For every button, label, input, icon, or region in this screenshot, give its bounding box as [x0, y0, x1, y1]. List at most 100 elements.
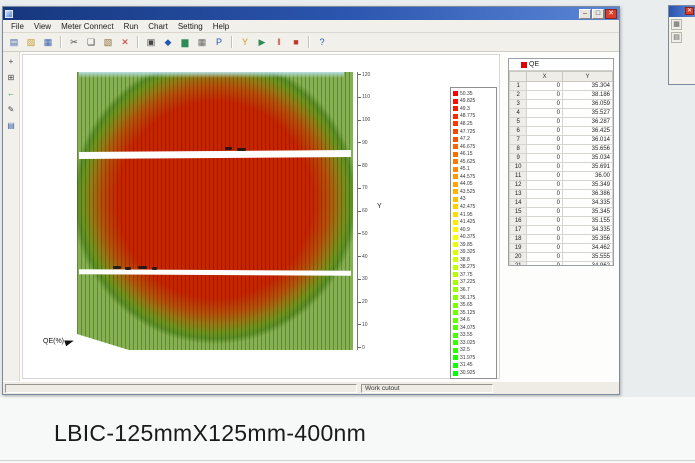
layers-icon[interactable]: ▤ — [4, 118, 19, 133]
pointer-icon[interactable]: + — [4, 54, 19, 69]
table-cell[interactable]: 0 — [527, 118, 563, 127]
table-cell[interactable]: 0 — [527, 217, 563, 226]
table-cell[interactable]: 34.462 — [563, 244, 613, 253]
table-row[interactable]: 1035.304 — [510, 82, 613, 91]
table-row[interactable]: 2038.186 — [510, 91, 613, 100]
table-cell[interactable]: 0 — [527, 262, 563, 267]
table-row[interactable]: 18035.356 — [510, 235, 613, 244]
table-cell[interactable]: 35.034 — [563, 154, 613, 163]
table-cell[interactable]: 20 — [510, 253, 527, 262]
table-cell[interactable]: 5 — [510, 118, 527, 127]
close-button[interactable]: ✕ — [685, 7, 694, 15]
table-cell[interactable]: 0 — [527, 199, 563, 208]
table-cell[interactable]: 0 — [527, 163, 563, 172]
table-cell[interactable]: 11 — [510, 172, 527, 181]
grid-icon[interactable]: ▦ — [194, 34, 210, 50]
help-icon[interactable]: ? — [314, 34, 330, 50]
table-cell[interactable]: 15 — [510, 208, 527, 217]
table-cell[interactable]: 0 — [527, 91, 563, 100]
open-icon[interactable]: ▨ — [23, 34, 39, 50]
menu-item-file[interactable]: File — [6, 22, 29, 31]
table-cell[interactable]: 35.349 — [563, 181, 613, 190]
table-cell[interactable]: 34.962 — [563, 262, 613, 267]
table-cell[interactable]: 0 — [527, 136, 563, 145]
table-cell[interactable]: 35.691 — [563, 163, 613, 172]
table-cell[interactable]: 38.186 — [563, 91, 613, 100]
table-cell[interactable]: 16 — [510, 217, 527, 226]
title-bar[interactable]: –□✕ — [3, 7, 619, 20]
param-icon[interactable]: P — [211, 34, 227, 50]
menu-item-view[interactable]: View — [29, 22, 56, 31]
edit-icon[interactable]: ✎ — [4, 102, 19, 117]
table-cell[interactable]: 9 — [510, 154, 527, 163]
table-cell[interactable]: 0 — [527, 109, 563, 118]
maximize-button[interactable]: □ — [592, 9, 604, 19]
table-cell[interactable]: 3 — [510, 100, 527, 109]
table-cell[interactable]: 35.555 — [563, 253, 613, 262]
menu-item-help[interactable]: Help — [208, 22, 234, 31]
table-row[interactable]: 14034.335 — [510, 199, 613, 208]
close-button[interactable]: ✕ — [605, 9, 617, 19]
table-cell[interactable]: 36.287 — [563, 118, 613, 127]
table-cell[interactable]: 0 — [527, 208, 563, 217]
table-cell[interactable]: 13 — [510, 190, 527, 199]
table-cell[interactable]: 35.155 — [563, 217, 613, 226]
table-row[interactable]: 6036.425 — [510, 127, 613, 136]
table-cell[interactable]: 7 — [510, 136, 527, 145]
menu-item-setting[interactable]: Setting — [173, 22, 208, 31]
chart-icon[interactable]: ▆ — [177, 34, 193, 50]
meter-icon[interactable]: ◆ — [160, 34, 176, 50]
copy-icon[interactable]: ❏ — [83, 34, 99, 50]
table-cell[interactable]: 0 — [527, 244, 563, 253]
table-cell[interactable]: 0 — [527, 100, 563, 109]
pause-icon[interactable]: ‖ — [271, 34, 287, 50]
filter-icon[interactable]: Y — [237, 34, 253, 50]
menu-item-run[interactable]: Run — [119, 22, 144, 31]
table-cell[interactable]: 17 — [510, 226, 527, 235]
table-row[interactable]: 7036.014 — [510, 136, 613, 145]
table-cell[interactable]: 36.00 — [563, 172, 613, 181]
table-cell[interactable]: 0 — [527, 82, 563, 91]
table-cell[interactable]: 36.425 — [563, 127, 613, 136]
new-icon[interactable]: ▤ — [6, 34, 22, 50]
paste-icon[interactable]: ▧ — [100, 34, 116, 50]
table-cell[interactable]: 35.527 — [563, 109, 613, 118]
table-row[interactable]: 15035.345 — [510, 208, 613, 217]
table-cell[interactable]: 1 — [510, 82, 527, 91]
table-row[interactable]: 19034.462 — [510, 244, 613, 253]
table-row[interactable]: 5036.287 — [510, 118, 613, 127]
table-row[interactable]: 9035.034 — [510, 154, 613, 163]
cut-icon[interactable]: ✂ — [66, 34, 82, 50]
grid-select-icon[interactable]: ⊞ — [4, 70, 19, 85]
secondary-title-bar[interactable]: ✕ — [669, 6, 695, 17]
table-cell[interactable]: 0 — [527, 181, 563, 190]
menu-item-chart[interactable]: Chart — [143, 22, 173, 31]
table-cell[interactable]: 34.335 — [563, 199, 613, 208]
back-icon[interactable]: ← — [4, 86, 19, 101]
table-row[interactable]: 8035.656 — [510, 145, 613, 154]
table-row[interactable]: 20035.555 — [510, 253, 613, 262]
table-row[interactable]: 16035.155 — [510, 217, 613, 226]
table-cell[interactable]: 35.304 — [563, 82, 613, 91]
data-table[interactable]: XY 1035.3042038.1863036.0594035.5275036.… — [509, 71, 613, 266]
table-cell[interactable]: 19 — [510, 244, 527, 253]
table-cell[interactable]: 14 — [510, 199, 527, 208]
stop-icon[interactable]: ■ — [288, 34, 304, 50]
table-cell[interactable]: 0 — [527, 172, 563, 181]
table-cell[interactable]: 35.356 — [563, 235, 613, 244]
table-cell[interactable]: 10 — [510, 163, 527, 172]
table-cell[interactable]: 34.335 — [563, 226, 613, 235]
table-row[interactable]: 4035.527 — [510, 109, 613, 118]
minimize-button[interactable]: – — [579, 9, 591, 19]
table-cell[interactable]: 18 — [510, 235, 527, 244]
table-cell[interactable]: 12 — [510, 181, 527, 190]
table-row[interactable]: 21034.962 — [510, 262, 613, 267]
delete-icon[interactable]: ✕ — [117, 34, 133, 50]
table-row[interactable]: 11036.00 — [510, 172, 613, 181]
table-cell[interactable]: 0 — [527, 235, 563, 244]
menu-item-meter-connect[interactable]: Meter Connect — [56, 22, 118, 31]
table-cell[interactable]: 35.656 — [563, 145, 613, 154]
lbic-scan-heatmap[interactable] — [77, 72, 353, 350]
table-row[interactable]: 3036.059 — [510, 100, 613, 109]
table-cell[interactable]: 8 — [510, 145, 527, 154]
